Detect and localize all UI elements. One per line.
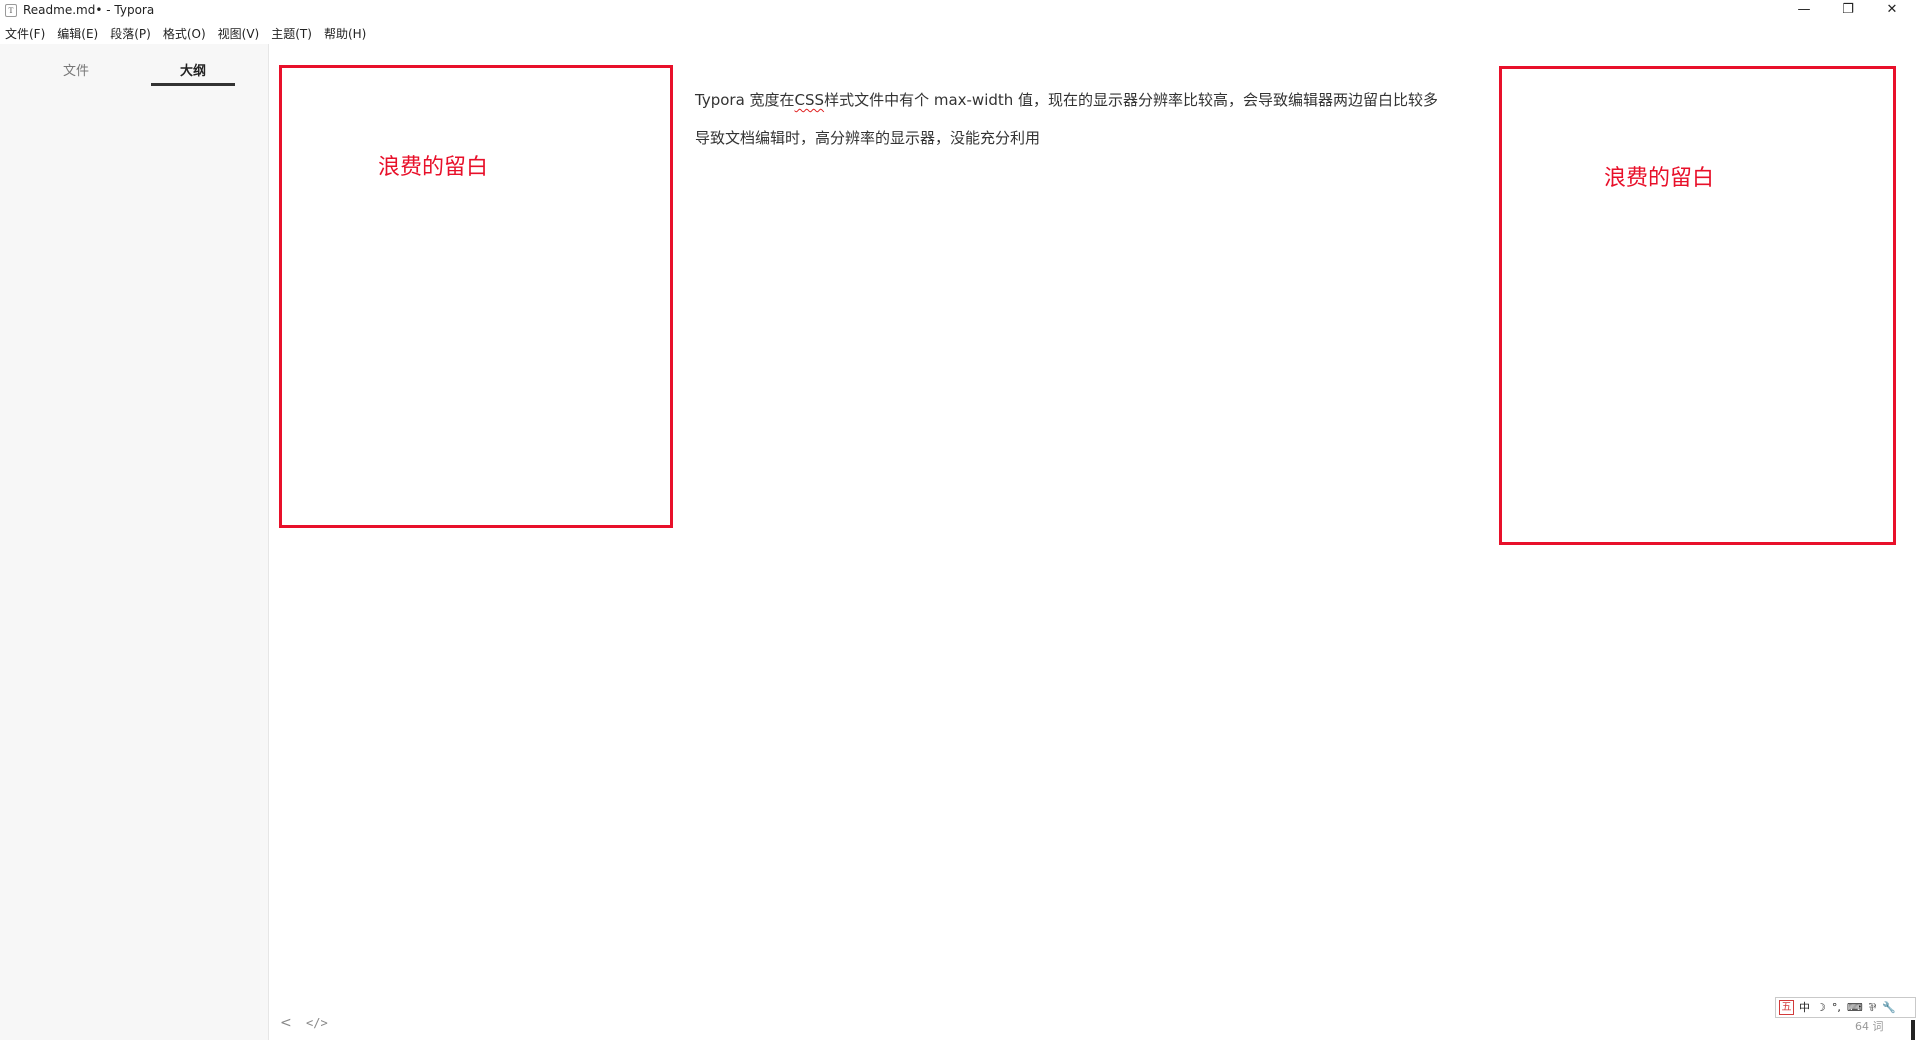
sidebar: 文件 大纲 [0,44,269,1040]
menu-help[interactable]: 帮助(H) [324,25,366,42]
scrollbar-thumb[interactable] [1911,1020,1915,1040]
window-title: Readme.md• - Typora [23,3,155,17]
restore-button[interactable]: ❐ [1826,0,1870,22]
wasted-margin-box-left [279,65,673,528]
minimize-button[interactable]: — [1782,0,1826,22]
paragraph-text-end: 样式文件中有个 max-width 值，现在的显示器分辨率比较高，会导致编辑器两… [824,91,1439,109]
wasted-margin-box-right [1499,66,1896,545]
menu-theme[interactable]: 主题(T) [271,25,312,42]
chevron-left-icon[interactable]: < [280,1015,292,1031]
tab-files[interactable]: 文件 [34,60,118,79]
menu-paragraph[interactable]: 段落(P) [110,25,151,42]
typora-app-icon: T [5,4,17,17]
wasted-margin-label-left: 浪费的留白 [378,155,489,180]
settings-icon[interactable]: ⅌ [1869,999,1876,1017]
tab-outline[interactable]: 大纲 [151,60,235,79]
ime-toolbar: 五 中 ☽ °, ⌨ ⅌ 🔧 [1775,997,1916,1018]
document-paragraph-line-2[interactable]: 导致文档编辑时，高分辨率的显示器，没能充分利用 [695,127,1040,148]
paragraph-text-start: Typora 宽度在 [695,91,795,109]
menu-bar: 文件(F) 编辑(E) 段落(P) 格式(O) 视图(V) 主题(T) 帮助(H… [0,22,1916,44]
wasted-margin-label-right: 浪费的留白 [1604,166,1715,191]
menu-file[interactable]: 文件(F) [5,25,45,42]
ime-chinese-mode[interactable]: 中 [1799,999,1810,1017]
sidebar-tabs: 文件 大纲 [0,44,269,90]
ime-logo-icon[interactable]: 五 [1779,1000,1794,1015]
punctuation-icon[interactable]: °, [1832,999,1841,1017]
wrench-icon[interactable]: 🔧 [1882,999,1896,1017]
keyboard-icon[interactable]: ⌨ [1847,999,1863,1017]
menu-view[interactable]: 视图(V) [218,25,260,42]
menu-format[interactable]: 格式(O) [163,25,206,42]
document-paragraph-line-1[interactable]: Typora 宽度在CSS样式文件中有个 max-width 值，现在的显示器分… [695,89,1438,110]
menu-edit[interactable]: 编辑(E) [57,25,98,42]
source-code-icon[interactable]: </> [306,1016,328,1030]
word-count[interactable]: 64 词 [1855,1018,1884,1034]
title-bar: T Readme.md• - Typora — ❐ ✕ [0,0,1916,22]
spellcheck-flagged-word[interactable]: CSS [795,91,825,109]
active-tab-indicator [151,83,235,86]
close-button[interactable]: ✕ [1870,0,1914,22]
moon-icon[interactable]: ☽ [1816,999,1826,1017]
